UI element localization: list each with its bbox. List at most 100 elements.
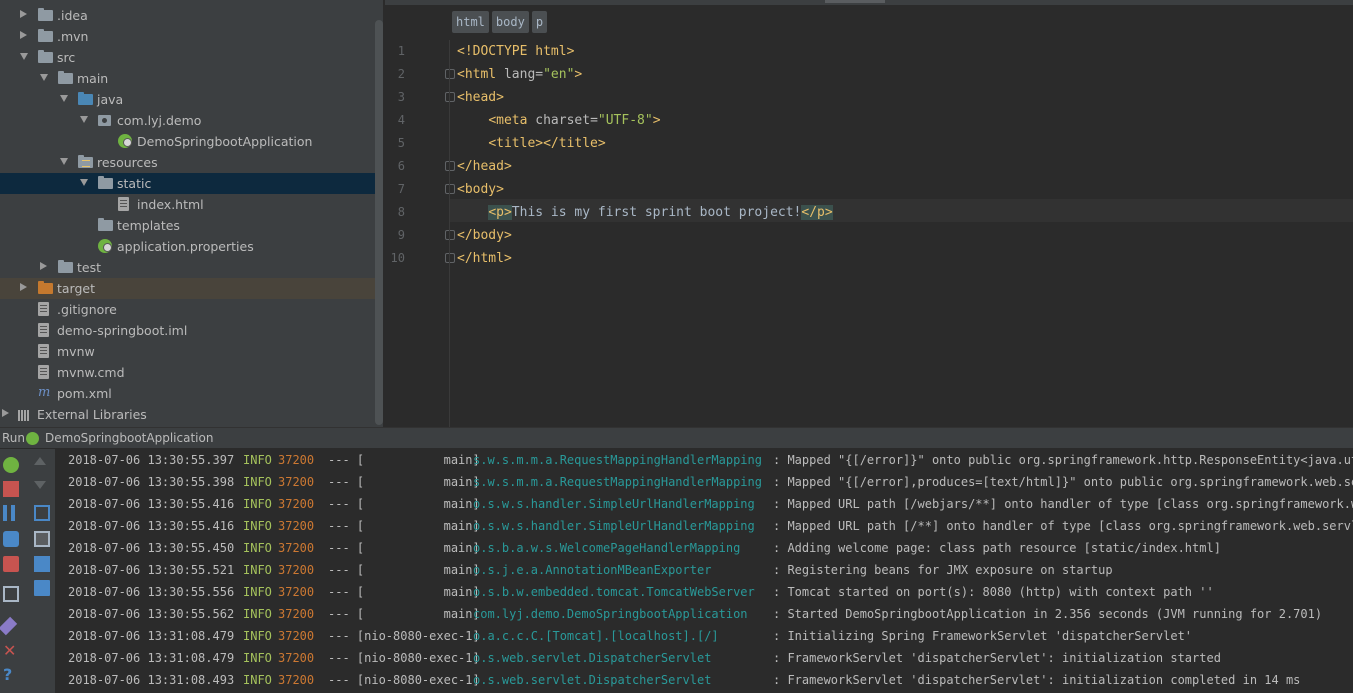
fold-marker-icon[interactable] — [445, 69, 455, 79]
pin-icon[interactable] — [0, 616, 18, 636]
log-logger[interactable]: o.s.web.servlet.DispatcherServlet — [473, 647, 711, 669]
code-line: <meta charset="UTF-8"> — [457, 109, 661, 132]
text-file-icon — [38, 344, 49, 358]
gutter-divider — [449, 40, 450, 427]
log-level: INFO — [243, 607, 272, 621]
tree-item-label: External Libraries — [37, 407, 147, 422]
tree-item[interactable]: templates — [0, 215, 375, 236]
spring-properties-icon — [98, 239, 112, 253]
print-icon[interactable] — [34, 556, 50, 572]
scroll-up-icon[interactable] — [34, 457, 46, 465]
fold-marker-icon[interactable] — [445, 184, 455, 194]
module-file-icon — [38, 323, 49, 337]
camera-icon[interactable] — [3, 531, 19, 547]
code-editor[interactable]: html body p 1 2 3 4 5 6 7 8 9 10 <!DOCTYPE html> <ht… — [385, 0, 1353, 427]
breadcrumb-item[interactable]: html — [452, 11, 489, 33]
log-logger[interactable]: com.lyj.demo.DemoSpringbootApplication — [473, 603, 748, 625]
line-number: 9 — [397, 228, 405, 242]
tree-item[interactable]: resources — [0, 152, 375, 173]
folder-icon — [58, 71, 73, 84]
collapse-arrow-icon[interactable] — [80, 179, 88, 186]
line-number: 5 — [397, 136, 405, 150]
tree-item[interactable]: application.properties — [0, 236, 375, 257]
tree-item[interactable]: com.lyj.demo — [0, 110, 375, 131]
layout-icon[interactable] — [3, 586, 19, 602]
tree-item[interactable]: DemoSpringbootApplication — [0, 131, 375, 152]
exit-icon[interactable] — [3, 556, 19, 572]
tree-item[interactable]: mvnw.cmd — [0, 362, 375, 383]
tree-scrollbar[interactable] — [375, 20, 383, 425]
line-number: 8 — [397, 205, 405, 219]
log-logger[interactable]: s.w.s.m.m.a.RequestMappingHandlerMapping — [473, 471, 762, 493]
soft-wrap-icon[interactable] — [34, 505, 50, 521]
folder-icon — [38, 8, 53, 21]
html-file-icon — [118, 197, 129, 211]
tree-item[interactable]: .mvn — [0, 26, 375, 47]
fold-marker-icon[interactable] — [445, 253, 455, 263]
fold-marker-icon[interactable] — [445, 161, 455, 171]
log-level: INFO — [243, 629, 272, 643]
tree-item[interactable]: test — [0, 257, 375, 278]
expand-arrow-icon[interactable] — [2, 409, 9, 417]
collapse-arrow-icon[interactable] — [20, 53, 28, 60]
run-config-tab[interactable]: DemoSpringbootApplication — [45, 431, 213, 445]
project-tree[interactable]: .idea .mvn src main java com.lyj.demo DemoSpri… — [0, 0, 383, 427]
log-logger[interactable]: o.s.w.s.handler.SimpleUrlHandlerMapping — [473, 493, 755, 515]
clear-all-icon[interactable] — [34, 580, 50, 596]
fold-marker-icon[interactable] — [445, 230, 455, 240]
breadcrumb-item[interactable]: p — [531, 11, 548, 33]
tree-item[interactable]: External Libraries — [0, 404, 375, 425]
help-icon[interactable]: ? — [3, 667, 19, 683]
tree-item[interactable]: static — [0, 173, 375, 194]
log-logger[interactable]: o.s.b.a.w.s.WelcomePageHandlerMapping — [473, 537, 740, 559]
breadcrumb-item[interactable]: body — [491, 11, 529, 33]
code-token: </body> — [457, 228, 512, 243]
run-console[interactable]: 2018-07-06 13:30:55.397 INFO 37200 --- [ ma… — [55, 449, 1353, 693]
code-token: <meta — [488, 113, 536, 128]
log-logger[interactable]: o.s.web.servlet.DispatcherServlet — [473, 669, 711, 691]
log-logger[interactable]: o.a.c.c.C.[Tomcat].[localhost].[/] — [473, 625, 719, 647]
tree-item[interactable]: m pom.xml — [0, 383, 375, 404]
tree-item[interactable]: demo-springboot.iml — [0, 320, 375, 341]
collapse-arrow-icon[interactable] — [60, 95, 68, 102]
source-folder-icon — [78, 92, 93, 105]
log-pid: 37200 — [278, 629, 315, 643]
tree-item[interactable]: mvnw — [0, 341, 375, 362]
log-logger[interactable]: o.s.w.s.handler.SimpleUrlHandlerMapping — [473, 515, 755, 537]
collapse-arrow-icon[interactable] — [60, 158, 68, 165]
tree-item-label: test — [77, 260, 102, 275]
fold-marker-icon[interactable] — [445, 92, 455, 102]
folder-icon — [38, 50, 53, 63]
log-pid: 37200 — [278, 607, 315, 621]
log-message: : Registering beans for JMX exposure on … — [773, 563, 1113, 577]
tree-item[interactable]: .gitignore — [0, 299, 375, 320]
tree-item[interactable]: index.html — [0, 194, 375, 215]
log-level: INFO — [243, 563, 272, 577]
tree-item[interactable]: src — [0, 47, 375, 68]
close-icon[interactable]: ✕ — [3, 643, 19, 659]
collapse-arrow-icon[interactable] — [40, 74, 48, 81]
pause-icon[interactable] — [3, 505, 15, 521]
stop-icon[interactable] — [3, 481, 19, 497]
scroll-to-end-icon[interactable] — [34, 531, 50, 547]
tree-item[interactable]: main — [0, 68, 375, 89]
tree-item[interactable]: java — [0, 89, 375, 110]
expand-arrow-icon[interactable] — [40, 262, 47, 270]
scroll-down-icon[interactable] — [34, 481, 46, 489]
log-logger[interactable]: s.w.s.m.m.a.RequestMappingHandlerMapping — [473, 449, 762, 471]
code-token: "en" — [543, 67, 575, 82]
tree-item[interactable]: .idea — [0, 5, 375, 26]
log-level: INFO — [243, 673, 272, 687]
expand-arrow-icon[interactable] — [20, 31, 27, 39]
code-token: > — [652, 113, 661, 128]
collapse-arrow-icon[interactable] — [80, 116, 88, 123]
expand-arrow-icon[interactable] — [20, 10, 27, 18]
log-logger[interactable]: o.s.b.w.embedded.tomcat.TomcatWebServer — [473, 581, 755, 603]
tree-item[interactable]: target — [0, 278, 375, 299]
log-timestamp: 2018-07-06 13:30:55.556 — [68, 585, 235, 599]
expand-arrow-icon[interactable] — [20, 283, 27, 291]
log-timestamp: 2018-07-06 13:30:55.416 — [68, 519, 235, 533]
log-logger[interactable]: o.s.j.e.a.AnnotationMBeanExporter — [473, 559, 711, 581]
rerun-icon[interactable] — [3, 457, 19, 473]
